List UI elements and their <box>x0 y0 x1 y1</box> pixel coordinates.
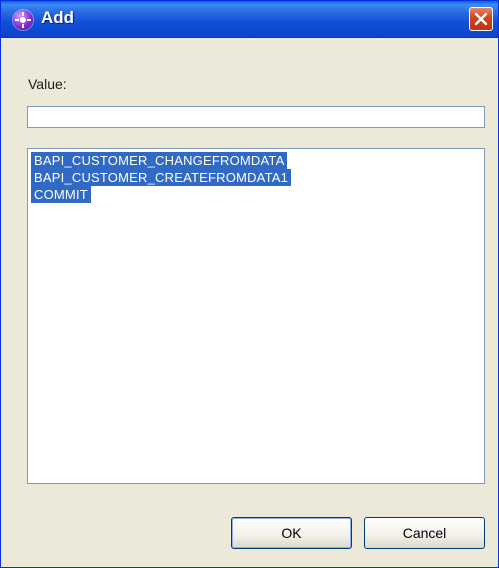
title-bar[interactable]: Add <box>1 1 498 38</box>
value-label: Value: <box>28 76 67 92</box>
cancel-button[interactable]: Cancel <box>364 517 485 549</box>
value-input[interactable] <box>27 106 485 128</box>
add-dialog: Add Value: BAPI_CUSTOMER_CHANGEFROMDATA … <box>0 0 499 568</box>
window-title: Add <box>41 8 75 27</box>
list-item[interactable]: BAPI_CUSTOMER_CHANGEFROMDATA <box>31 152 288 169</box>
close-icon <box>474 12 488 26</box>
list-item[interactable]: COMMIT <box>31 186 91 203</box>
app-icon <box>13 10 33 30</box>
ok-button[interactable]: OK <box>231 517 352 549</box>
list-item[interactable]: BAPI_CUSTOMER_CREATEFROMDATA1 <box>31 169 292 186</box>
close-button[interactable] <box>469 7 493 31</box>
value-listbox[interactable]: BAPI_CUSTOMER_CHANGEFROMDATA BAPI_CUSTOM… <box>27 148 485 484</box>
